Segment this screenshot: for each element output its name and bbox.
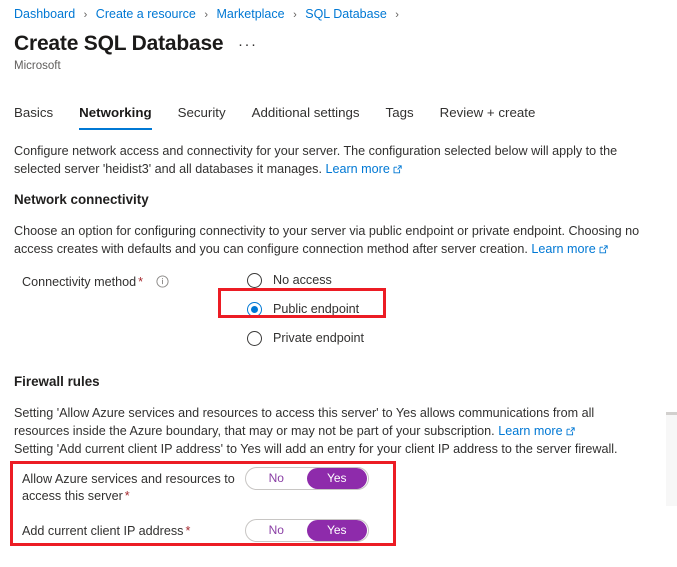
breadcrumb-item-sql-database[interactable]: SQL Database xyxy=(305,7,387,21)
section-heading-network-connectivity: Network connectivity xyxy=(14,192,149,207)
connectivity-method-label-text: Connectivity method xyxy=(22,275,137,289)
breadcrumb-separator-icon: › xyxy=(83,9,88,21)
external-link-icon xyxy=(393,165,402,174)
more-options-button[interactable]: ··· xyxy=(238,36,258,54)
network-connectivity-description: Choose an option for configuring connect… xyxy=(14,222,652,258)
external-link-icon xyxy=(566,427,575,436)
radio-mark-selected-icon xyxy=(247,301,262,317)
tab-basics[interactable]: Basics xyxy=(14,104,53,130)
radio-option-private-endpoint[interactable]: Private endpoint xyxy=(247,327,364,349)
breadcrumb-separator-icon: › xyxy=(293,9,297,21)
connectivity-method-label: Connectivity method * xyxy=(22,273,169,291)
vertical-scrollbar[interactable] xyxy=(666,412,677,506)
toggle-option-no[interactable]: No xyxy=(246,520,307,541)
tab-bar: Basics Networking Security Additional se… xyxy=(14,104,677,134)
breadcrumb-separator-icon: › xyxy=(395,9,399,21)
tab-additional-settings[interactable]: Additional settings xyxy=(252,104,360,130)
scrollbar-cap xyxy=(666,412,677,415)
radio-option-no-access[interactable]: No access xyxy=(247,269,364,291)
firewall-rules-description: Setting 'Allow Azure services and resour… xyxy=(14,404,650,458)
firewall-description-line2: Setting 'Add current client IP address' … xyxy=(14,442,618,456)
toggle-label-allow-azure-services: Allow Azure services and resources to ac… xyxy=(22,471,237,505)
connectivity-method-radio-group: No access Public endpoint Private endpoi… xyxy=(247,269,364,349)
toggle-allow-azure-services[interactable]: No Yes xyxy=(245,467,369,490)
toggle-label-add-current-client-ip: Add current client IP address * xyxy=(22,523,237,540)
tab-networking[interactable]: Networking xyxy=(79,104,152,130)
toggle-label-text: Add current client IP address xyxy=(22,524,184,538)
radio-label: No access xyxy=(273,273,332,287)
toggle-option-yes[interactable]: Yes xyxy=(306,520,367,541)
info-icon[interactable] xyxy=(155,275,169,288)
required-marker: * xyxy=(124,489,130,503)
required-marker: * xyxy=(185,524,191,538)
external-link-icon xyxy=(599,245,608,254)
tab-review-create[interactable]: Review + create xyxy=(440,104,536,130)
publisher-label: Microsoft xyxy=(14,60,61,72)
firewall-learn-more-link[interactable]: Learn more xyxy=(498,424,575,438)
toggle-option-yes[interactable]: Yes xyxy=(306,468,367,489)
breadcrumb-separator-icon: › xyxy=(204,9,209,21)
toggle-add-current-client-ip[interactable]: No Yes xyxy=(245,519,369,542)
intro-text: Configure network access and connectivit… xyxy=(14,144,618,176)
intro-learn-more-link[interactable]: Learn more xyxy=(325,162,402,176)
breadcrumb-item-dashboard[interactable]: Dashboard xyxy=(14,7,75,21)
breadcrumb-item-marketplace[interactable]: Marketplace xyxy=(217,7,285,21)
required-marker: * xyxy=(138,275,144,289)
network-connectivity-learn-more-link[interactable]: Learn more xyxy=(531,242,608,256)
section-heading-firewall-rules: Firewall rules xyxy=(14,374,100,389)
radio-option-public-endpoint[interactable]: Public endpoint xyxy=(247,298,364,320)
radio-label: Public endpoint xyxy=(273,302,360,316)
radio-mark-icon xyxy=(247,330,262,346)
tab-tags[interactable]: Tags xyxy=(386,104,414,130)
breadcrumb-item-create-a-resource[interactable]: Create a resource xyxy=(96,7,196,21)
tab-security[interactable]: Security xyxy=(178,104,226,130)
radio-mark-icon xyxy=(247,272,262,288)
page-title: Create SQL Database xyxy=(14,32,224,55)
breadcrumb: Dashboard › Create a resource › Marketpl… xyxy=(14,6,404,23)
intro-description: Configure network access and connectivit… xyxy=(14,142,640,178)
radio-label: Private endpoint xyxy=(273,331,365,345)
toggle-option-no[interactable]: No xyxy=(246,468,307,489)
